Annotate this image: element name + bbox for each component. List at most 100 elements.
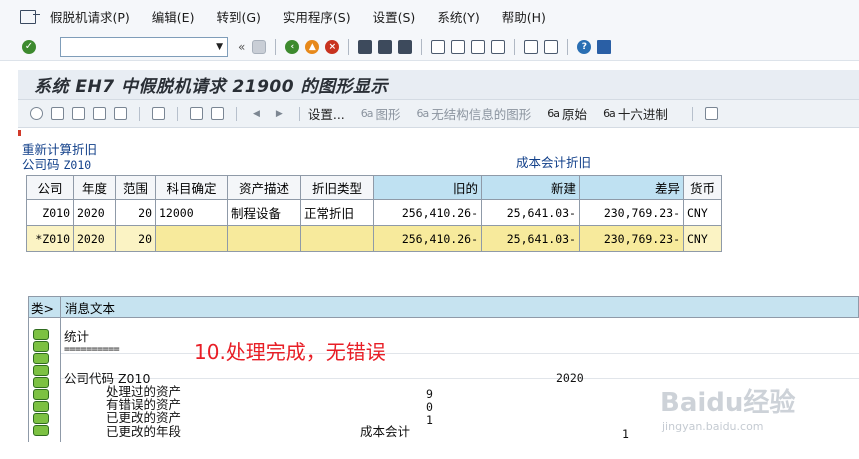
menu-goto[interactable]: 转到(G) [216, 7, 260, 26]
hex-button-label: 十六进制 [617, 107, 668, 122]
toolbar-separator [348, 38, 350, 55]
changed-assets-label: 已更改的资产 [106, 410, 182, 425]
status-lamp-icon [33, 401, 49, 412]
status-lamp-icon [33, 413, 49, 424]
toolbar-separator [421, 38, 423, 55]
cell-year: 2020 [73, 225, 116, 252]
menu-utilities[interactable]: 实用程序(S) [283, 7, 351, 26]
table-row[interactable]: Z010 2020 20 12000 制程设备 正常折旧 256,410.26-… [26, 199, 722, 226]
table-total-row[interactable]: *Z010 2020 20 256,410.26- 25,641.03- 230… [26, 225, 722, 252]
raw-button[interactable]: 6a 原始 [547, 104, 587, 123]
status-lamp-icon [33, 341, 49, 352]
toolbar-separator [139, 106, 140, 121]
next-page-icon[interactable] [471, 39, 486, 54]
company-code-caption: 公司码 [22, 157, 60, 172]
previous-arrow-icon[interactable]: ◀ [253, 109, 260, 119]
column-header-old[interactable]: 旧的 [373, 175, 482, 200]
cell-company: *Z010 [26, 225, 74, 252]
print-icon[interactable] [358, 39, 373, 54]
dropdown-arrow-icon[interactable]: ▼ [216, 42, 223, 52]
save-icon[interactable] [252, 39, 267, 54]
settings-button[interactable]: 设置... [308, 104, 345, 123]
toolbar-separator [177, 106, 178, 121]
cancel-icon[interactable]: × [325, 39, 340, 54]
column-header-asset-description[interactable]: 资产描述 [227, 175, 301, 200]
cell-account-determination [155, 225, 228, 252]
toolbar-separator [567, 38, 569, 55]
shortcut-icon[interactable] [544, 39, 559, 54]
menu-settings[interactable]: 设置(S) [373, 7, 416, 26]
hex-button[interactable]: 6a 十六进制 [603, 104, 668, 123]
column-header-company[interactable]: 公司 [26, 175, 74, 200]
status-lamp-icon [33, 329, 49, 340]
graphic-button[interactable]: 6a 图形 [361, 104, 401, 123]
status-lamp-icon [33, 389, 49, 400]
column-header-year[interactable]: 年度 [73, 175, 116, 200]
exit-icon[interactable] [20, 9, 40, 24]
layout-menu-icon[interactable] [597, 39, 612, 54]
exit-icon[interactable]: ▲ [305, 39, 320, 54]
message-type-header[interactable]: 类> [29, 297, 61, 317]
new-session-icon[interactable] [524, 39, 539, 54]
row-divider [61, 353, 859, 354]
previous-page-icon[interactable] [451, 39, 466, 54]
standard-toolbar: ✓ ▼ « ‹ ▲ × ? [0, 33, 859, 61]
page-title: 系统 EH7 中假脱机请求 21900 的图形显示 [34, 77, 388, 97]
graphic-button-label: 图形 [375, 107, 401, 122]
message-list-header: 类> 消息文本 [28, 296, 859, 318]
cell-account-determination: 12000 [155, 199, 228, 226]
column-header-depreciation-type[interactable]: 折旧类型 [300, 175, 374, 200]
print-icon[interactable] [51, 107, 64, 120]
find-icon[interactable] [378, 39, 393, 54]
cost-accounting-heading: 成本会计折旧 [516, 155, 592, 170]
glasses-icon: 6a [360, 107, 374, 120]
last-page-icon[interactable] [491, 39, 506, 54]
history-back-icon[interactable]: « [238, 40, 245, 54]
title-bar: 系统 EH7 中假脱机请求 21900 的图形显示 [18, 70, 859, 100]
back-icon[interactable]: ‹ [285, 39, 300, 54]
display-icon[interactable] [30, 107, 43, 120]
view-icon[interactable] [152, 107, 165, 120]
menu-spool-request[interactable]: 假脱机请求(P) [50, 7, 130, 26]
cell-area: 20 [115, 225, 156, 252]
column-header-currency[interactable]: 货币 [683, 175, 722, 200]
column-header-difference[interactable]: 差异 [579, 175, 684, 200]
attributes-icon[interactable] [114, 107, 127, 120]
menu-system[interactable]: 系统(Y) [437, 7, 479, 26]
glasses-icon: 6a [547, 107, 560, 120]
menu-edit[interactable]: 编辑(E) [152, 7, 195, 26]
depreciation-table: 公司 年度 范围 科目确定 资产描述 折旧类型 旧的 新建 差异 货币 Z010… [26, 175, 722, 252]
baidu-watermark-logo: Baidu经验 [660, 388, 796, 418]
unstructured-graphic-label: 无结构信息的图形 [431, 107, 532, 122]
changed-assets-value: 1 [426, 413, 433, 427]
cell-asset-description: 制程设备 [227, 199, 301, 226]
toolbar-separator [275, 38, 277, 55]
enter-check-icon[interactable]: ✓ [22, 39, 36, 54]
status-lamp-icon [33, 377, 49, 388]
export-icon[interactable] [704, 107, 718, 120]
toolbar-separator [236, 106, 237, 121]
column-header-area[interactable]: 范围 [115, 175, 156, 200]
company-code-label: 公司码 Z010 [22, 154, 91, 173]
help-icon[interactable]: ? [577, 39, 592, 54]
column-header-account-determination[interactable]: 科目确定 [155, 175, 228, 200]
cell-year: 2020 [73, 199, 116, 226]
print-immediately-icon[interactable] [72, 107, 85, 120]
delete-icon[interactable] [93, 107, 106, 120]
unstructured-graphic-button[interactable]: 6a 无结构信息的图形 [417, 104, 532, 123]
command-field[interactable]: ▼ [60, 36, 228, 57]
glasses-icon: 6a [603, 107, 616, 120]
message-text-header[interactable]: 消息文本 [61, 298, 115, 317]
find-next-icon[interactable] [398, 39, 413, 54]
column-header-new[interactable]: 新建 [481, 175, 580, 200]
next-arrow-icon[interactable]: ▶ [276, 109, 283, 119]
toolbar-separator [298, 106, 300, 121]
output-icon[interactable] [190, 107, 203, 120]
company-code-value: Z010 [63, 158, 92, 172]
cell-area: 20 [115, 199, 156, 226]
raw-button-label: 原始 [562, 107, 588, 122]
cell-asset-description [227, 225, 301, 252]
menu-help[interactable]: 帮助(H) [502, 7, 546, 26]
user-icon[interactable] [211, 107, 224, 120]
first-page-icon[interactable] [431, 39, 446, 54]
